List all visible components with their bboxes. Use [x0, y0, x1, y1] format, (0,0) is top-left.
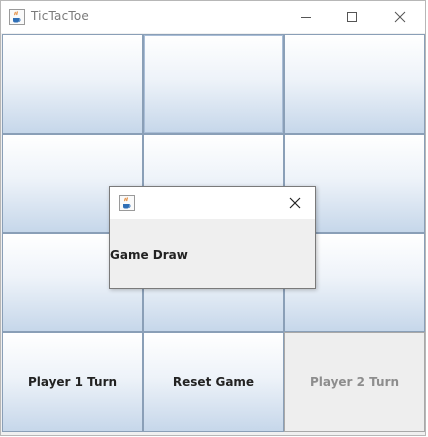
- window-title: TicTacToe: [31, 9, 90, 23]
- player2-turn-button: Player 2 Turn: [284, 332, 425, 432]
- dialog-message: Game Draw: [110, 248, 188, 262]
- java-cup-icon: [9, 9, 25, 25]
- player1-turn-button[interactable]: Player 1 Turn: [2, 332, 143, 432]
- minimize-button[interactable]: [283, 1, 329, 33]
- maximize-button[interactable]: [329, 1, 375, 33]
- close-button[interactable]: [377, 1, 423, 33]
- game-over-dialog: Game Draw: [109, 186, 316, 289]
- reset-game-button[interactable]: Reset Game: [143, 332, 284, 432]
- java-cup-icon: [119, 195, 135, 211]
- board-cell-2[interactable]: [143, 34, 284, 134]
- board-cell-3[interactable]: [284, 34, 425, 134]
- board-cell-1[interactable]: [2, 34, 143, 134]
- minimize-icon: [301, 17, 311, 18]
- dialog-title-bar[interactable]: [110, 187, 315, 219]
- maximize-icon: [347, 12, 357, 22]
- close-icon: [394, 11, 406, 23]
- title-bar[interactable]: TicTacToe: [1, 1, 425, 33]
- close-icon[interactable]: [286, 194, 304, 212]
